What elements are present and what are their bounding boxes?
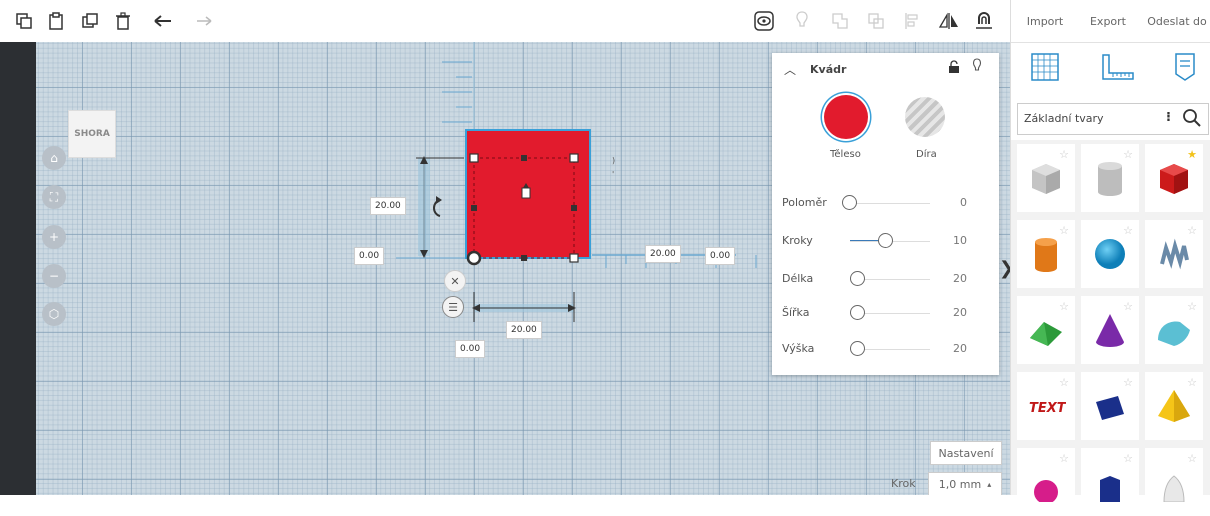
- shape-box[interactable]: ★: [1145, 144, 1203, 212]
- property-value[interactable]: 20: [953, 342, 967, 355]
- bulb-icon[interactable]: [972, 58, 982, 77]
- shape-paraboloid[interactable]: ☆: [1145, 448, 1203, 516]
- show-hide-icon[interactable]: [752, 9, 776, 33]
- grid-icon[interactable]: [1031, 53, 1059, 85]
- property-length: Délka 20: [782, 269, 987, 289]
- mirror-icon[interactable]: [937, 9, 961, 33]
- property-height: Výška 20: [782, 339, 987, 359]
- note-icon[interactable]: [1173, 52, 1197, 86]
- lock-icon[interactable]: [948, 59, 960, 78]
- property-value[interactable]: 20: [953, 306, 967, 319]
- shape-title: Kvádr: [810, 63, 847, 76]
- length-dimension-label[interactable]: 20.00: [645, 245, 681, 263]
- select-arrows-icon: ⁝: [1166, 110, 1171, 125]
- property-label: Délka: [782, 272, 814, 285]
- close-icon[interactable]: ✕: [444, 270, 466, 292]
- paste-icon[interactable]: [44, 9, 68, 33]
- send-to-button[interactable]: Odeslat do: [1145, 9, 1209, 33]
- shape-roof[interactable]: ☆: [1017, 296, 1075, 364]
- light-icon[interactable]: [790, 9, 814, 33]
- shape-inspector: ︿ Kvádr Těleso Díra Poloměr 0 Kroky 10 Délka…: [772, 53, 999, 375]
- perspective-icon[interactable]: ⬡: [42, 302, 66, 326]
- step-label: Krok: [891, 477, 916, 490]
- shape-pyramid[interactable]: ☆: [1145, 372, 1203, 440]
- property-value[interactable]: 10: [953, 234, 967, 247]
- slider-knob[interactable]: [878, 233, 893, 248]
- solid-label: Těleso: [830, 149, 861, 160]
- shape-polygon[interactable]: ☆: [1081, 448, 1139, 516]
- export-bar: Import Export Odeslat do: [1011, 0, 1210, 43]
- property-steps: Kroky 10: [782, 231, 987, 251]
- shape-wedge[interactable]: ☆: [1081, 372, 1139, 440]
- svg-text:': ': [612, 170, 614, 179]
- property-label: Výška: [782, 342, 815, 355]
- step-value: 1,0 mm: [938, 477, 982, 491]
- shape-cylinder[interactable]: ☆: [1017, 220, 1075, 288]
- ungroup-icon[interactable]: [864, 9, 888, 33]
- category-select[interactable]: Základní tvary ⁝: [1017, 103, 1209, 135]
- slider-knob[interactable]: [850, 341, 865, 356]
- shape-sphere[interactable]: ☆: [1081, 220, 1139, 288]
- collapse-panel-icon[interactable]: ❯: [999, 258, 1010, 279]
- origin-x-label[interactable]: 0.00: [354, 247, 385, 265]
- copy-icon[interactable]: [12, 9, 36, 33]
- width-dimension-label[interactable]: 20.00: [506, 321, 542, 339]
- import-button[interactable]: Import: [1019, 9, 1071, 33]
- dropdown-arrow-icon: ▴: [987, 479, 992, 489]
- menu-icon[interactable]: ☰: [442, 296, 464, 318]
- slider-track[interactable]: [850, 203, 930, 204]
- right-offset-label[interactable]: 0.00: [705, 247, 736, 265]
- svg-text:TEXT: TEXT: [1029, 401, 1066, 416]
- shape-box-hole[interactable]: ☆: [1017, 144, 1075, 212]
- zoom-out-icon[interactable]: −: [42, 264, 66, 288]
- slider-knob[interactable]: [842, 195, 857, 210]
- ruler-icon[interactable]: [1101, 53, 1135, 85]
- property-radius: Poloměr 0: [782, 193, 987, 213]
- shape-cone[interactable]: ☆: [1081, 296, 1139, 364]
- search-icon[interactable]: [1182, 108, 1202, 132]
- shape-text[interactable]: TEXT ☆: [1017, 372, 1075, 440]
- property-value[interactable]: 0: [960, 196, 967, 209]
- shape-half-sphere[interactable]: ☆: [1017, 448, 1075, 516]
- hole-label: Díra: [916, 149, 937, 160]
- property-label: Kroky: [782, 234, 813, 247]
- redo-icon[interactable]: [192, 9, 216, 33]
- view-cube-label: SHORA: [74, 129, 110, 139]
- svg-text:): ): [612, 156, 615, 165]
- hole-button[interactable]: [905, 97, 945, 137]
- collapse-icon[interactable]: ︿: [784, 61, 796, 78]
- shape-cylinder-hole[interactable]: ☆: [1081, 144, 1139, 212]
- property-label: Šířka: [782, 306, 810, 319]
- bottom-origin-label[interactable]: 0.00: [455, 340, 486, 358]
- shape-round-roof[interactable]: ☆: [1145, 296, 1203, 364]
- trash-icon[interactable]: [111, 9, 135, 33]
- view-cube[interactable]: SHORA: [68, 110, 116, 158]
- slider-knob[interactable]: [850, 305, 865, 320]
- shapes-library: Import Export Odeslat do Základní tvary …: [1010, 0, 1210, 516]
- toolbar: [0, 0, 1010, 43]
- property-value[interactable]: 20: [953, 272, 967, 285]
- shape-scribble[interactable]: ☆: [1145, 220, 1203, 288]
- duplicate-icon[interactable]: [78, 9, 102, 33]
- undo-icon[interactable]: [151, 9, 175, 33]
- slider-knob[interactable]: [850, 271, 865, 286]
- home-view-icon[interactable]: ⌂: [42, 146, 66, 170]
- shape-grid: ☆ ☆ ★ ☆ ☆ ☆ ☆ ☆ ☆ TEXT ☆ ☆ ☆ ☆ ☆ ☆: [1011, 140, 1210, 516]
- align-icon[interactable]: [900, 9, 924, 33]
- group-icon[interactable]: [828, 9, 852, 33]
- zoom-in-icon[interactable]: +: [42, 225, 66, 249]
- settings-button[interactable]: Nastavení: [930, 441, 1002, 465]
- property-width: Šířka 20: [782, 303, 987, 323]
- workplane-magnet-icon[interactable]: [972, 9, 996, 33]
- solid-button[interactable]: [824, 95, 868, 139]
- height-dimension-label[interactable]: 20.00: [370, 197, 406, 215]
- property-label: Poloměr: [782, 196, 827, 209]
- fit-view-icon[interactable]: ⛶: [42, 185, 66, 209]
- view-controls-bar: [0, 42, 36, 495]
- export-button[interactable]: Export: [1081, 9, 1135, 33]
- step-select[interactable]: 1,0 mm ▴: [928, 472, 1002, 495]
- category-label: Základní tvary: [1024, 112, 1104, 125]
